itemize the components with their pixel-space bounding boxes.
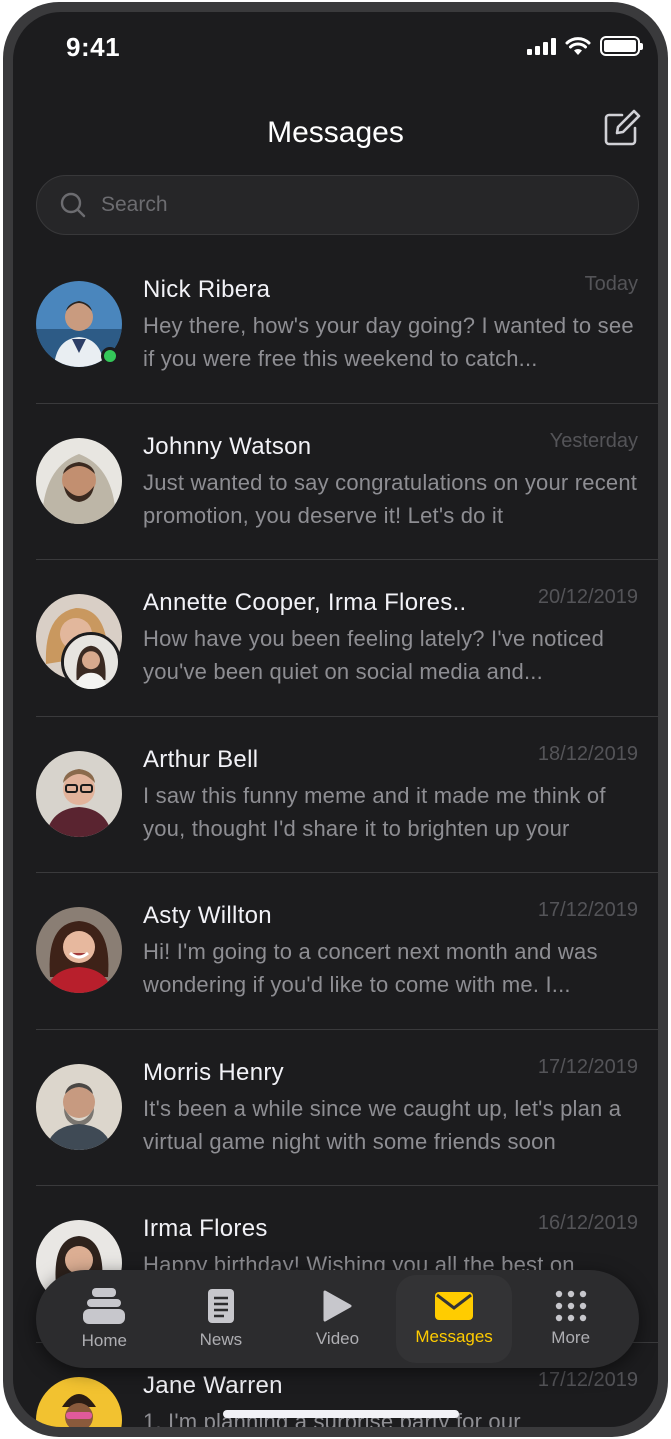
search-icon [60,192,86,218]
online-status-dot [101,347,119,365]
tab-label: News [199,1330,243,1349]
conversation-item[interactable]: Morris Henry 17/12/2019 It's been a whil… [13,1030,658,1186]
tab-messages[interactable]: Messages [395,1275,513,1363]
message-preview: Hi! I'm going to a concert next month an… [143,939,598,997]
contact-name: Nick Ribera [143,276,271,303]
message-date: 20/12/2019 [537,586,638,608]
contact-name: Morris Henry [143,1058,284,1086]
home-icon [83,1288,126,1324]
status-time: 9:41 [66,32,121,62]
tab-bar: Home News Video Messages More [36,1270,639,1368]
avatar [36,750,122,837]
message-date: 17/12/2019 [537,899,638,921]
contact-name: Irma Flores [143,1215,268,1242]
battery-icon [600,36,643,56]
wifi-icon [565,36,591,55]
contact-name: Jane Warren [143,1371,283,1399]
conversation-item[interactable]: Nick Ribera Today Hey there, how's your … [13,247,658,404]
tab-label: Video [315,1329,360,1348]
avatar [36,907,122,993]
message-preview: Just wanted to say congratulations on yo… [143,469,638,528]
tab-more[interactable]: More [512,1270,629,1368]
message-date: 18/12/2019 [537,742,638,765]
avatar [36,437,122,524]
tab-news[interactable]: News [163,1270,280,1368]
home-indicator[interactable] [223,1410,459,1418]
grid-icon [555,1290,586,1322]
tab-label: Messages [415,1327,493,1346]
contact-name: Arthur Bell [143,745,259,773]
message-date: 17/12/2019 [537,1368,638,1391]
compose-icon[interactable] [602,108,642,148]
message-preview: It's been a while since we caught up, le… [143,1095,622,1154]
status-icons [527,36,643,56]
page-title: Messages [267,116,404,149]
screen: 9:41 Messages Search Nick Ribera Today H… [13,12,658,1427]
cellular-signal-icon [527,37,556,55]
message-preview: How have you been feeling lately? I've n… [143,626,605,684]
contact-name: Annette Cooper, Irma Flores.. [143,589,467,616]
search-bar[interactable] [36,175,639,235]
contact-name: Johnny Watson [143,432,312,460]
tab-home[interactable]: Home [46,1270,163,1368]
message-date: 17/12/2019 [537,1055,638,1078]
conversation-list: Nick Ribera Today Hey there, how's your … [13,247,658,1427]
search-input[interactable] [101,193,561,217]
message-date: Yesterday [549,429,638,452]
avatar [61,632,121,692]
tab-label: Home [81,1331,127,1350]
avatar [36,1376,122,1427]
message-date: 16/12/2019 [537,1212,638,1234]
conversation-item[interactable]: Asty Willton 17/12/2019 Hi! I'm going to… [13,873,658,1030]
phone-frame: 9:41 Messages Search Nick Ribera Today H… [3,2,668,1437]
avatar [36,1063,122,1150]
tab-video[interactable]: Video [279,1270,396,1368]
conversation-item[interactable]: Johnny Watson Yesterday Just wanted to s… [13,404,658,560]
video-icon [323,1290,352,1322]
news-icon [207,1289,234,1323]
message-preview: I saw this funny meme and it made me thi… [143,782,606,841]
tab-label: More [551,1328,591,1347]
message-preview: Hey there, how's your day going? I wante… [143,313,634,371]
conversation-item[interactable]: Annette Cooper, Irma Flores.. 20/12/2019… [13,560,658,717]
contact-name: Asty Willton [143,902,272,929]
conversation-item[interactable]: Arthur Bell 18/12/2019 I saw this funny … [13,717,658,873]
message-date: Today [584,273,638,295]
mail-icon [435,1292,474,1320]
